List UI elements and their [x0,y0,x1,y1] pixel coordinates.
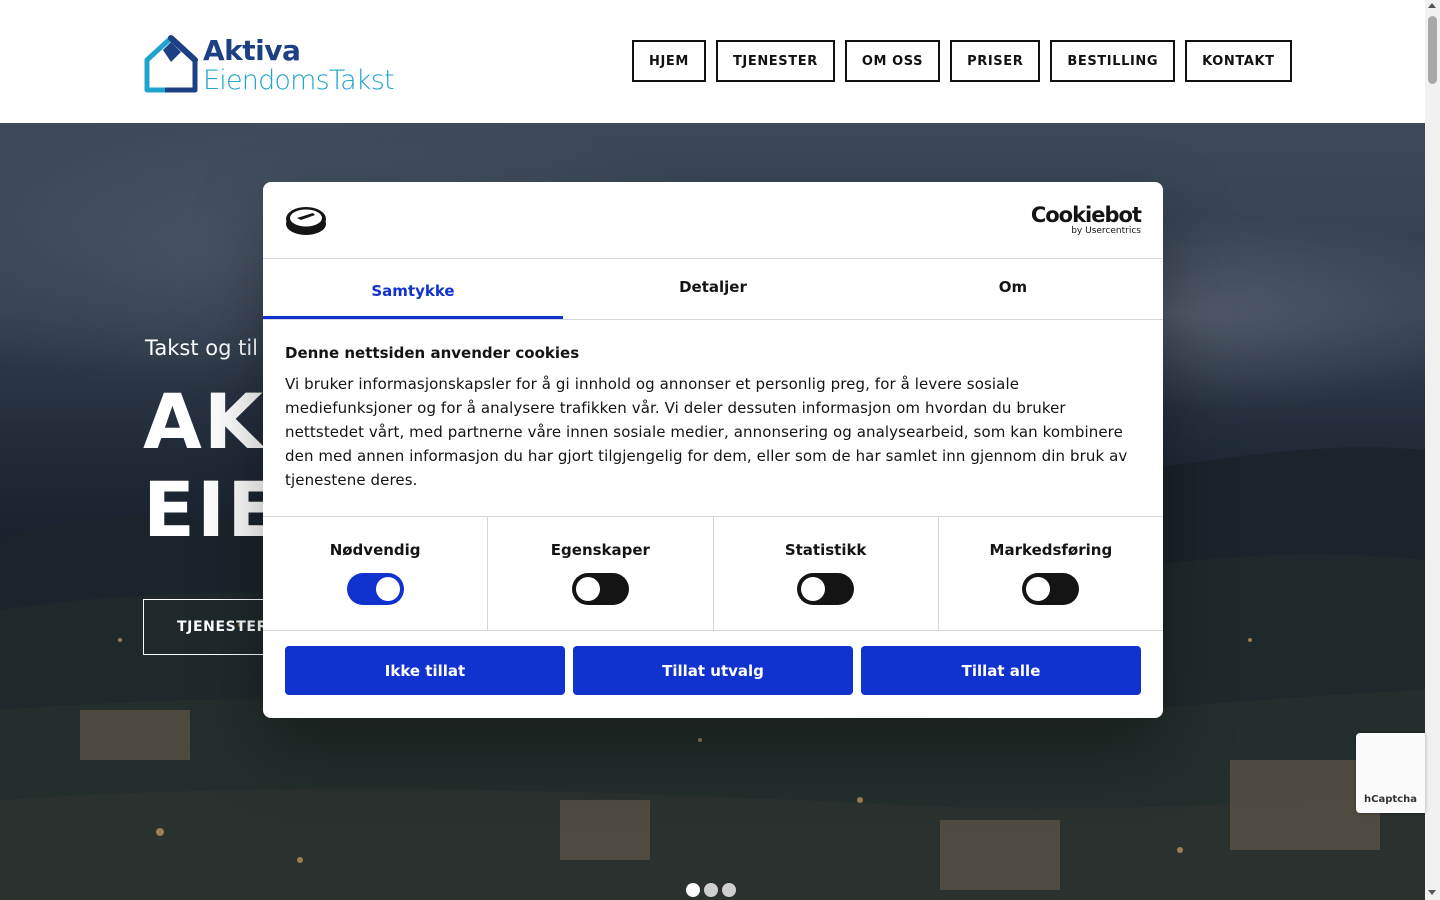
toggle-label-statistikk: Statistikk [784,541,867,559]
cookie-dialog-heading: Denne nettsiden anvender cookies [285,344,580,362]
deny-button[interactable]: Ikke tillat [285,646,565,695]
cookiebot-brand: Cookiebot [1030,203,1142,227]
allow-selection-button[interactable]: Tillat utvalg [573,646,853,695]
toggle-label-markedsforing: Markedsføring [989,541,1113,559]
nav-bestilling[interactable]: BESTILLING [1050,40,1176,82]
scroll-down-arrow-icon[interactable] [1428,890,1436,895]
logo-tagline: EiendomsTakst [203,64,395,96]
toggle-knob [801,577,826,601]
cookie-category-toggles: Nødvendig Egenskaper Statistikk Markedsf… [263,517,1163,631]
logo-name: Aktiva [203,33,301,67]
slider-dot-2[interactable] [704,883,718,897]
toggle-knob [375,577,400,601]
scroll-up-arrow-icon[interactable] [1428,3,1436,8]
allow-all-button[interactable]: Tillat alle [861,646,1141,695]
toggle-cell-markedsforing: Markedsføring [939,517,1163,630]
nav-om-oss[interactable]: OM OSS [844,40,941,82]
cookiebot-brand-sub: by Usercentrics [1071,226,1141,236]
toggle-cell-nodvendig: Nødvendig [263,517,489,630]
cookie-icon [286,207,326,235]
cookie-dialog-body: Denne nettsiden anvender cookies Vi bruk… [263,320,1163,517]
site-header: Aktiva EiendomsTakst HJEM TJENESTER OM O… [0,0,1425,123]
scroll-thumb[interactable] [1428,16,1437,84]
toggle-label-nodvendig: Nødvendig [329,541,421,559]
slider-dot-1[interactable] [686,883,700,897]
toggle-knob [1026,577,1051,601]
cookie-dialog-tabs: Samtykke Detaljer Om [263,259,1163,320]
hero-subtitle: Takst og til [145,336,258,360]
hcaptcha-badge[interactable]: hCaptcha [1356,733,1425,813]
nav-priser[interactable]: PRISER [950,40,1041,82]
toggle-egenskaper[interactable] [571,573,629,605]
nav-kontakt[interactable]: KONTAKT [1185,40,1292,82]
tab-samtykke[interactable]: Samtykke [263,259,563,319]
cookie-dialog-actions: Ikke tillat Tillat utvalg Tillat alle [263,631,1163,695]
toggle-knob [575,577,600,601]
page-scrollbar[interactable] [1425,0,1440,900]
nav-hjem[interactable]: HJEM [632,40,706,82]
toggle-cell-statistikk: Statistikk [714,517,939,630]
tab-om[interactable]: Om [863,259,1163,319]
toggle-statistikk[interactable] [797,573,855,605]
cookiebot-logo[interactable]: Cookiebot by Usercentrics [1030,203,1142,236]
toggle-nodvendig[interactable] [346,573,404,605]
toggle-label-egenskaper: Egenskaper [550,541,650,559]
cookie-consent-dialog: Cookiebot by Usercentrics Samtykke Detal… [263,182,1163,718]
cookie-dialog-text: Vi bruker informasjonskapsler for å gi i… [285,375,1128,489]
slider-dot-3[interactable] [722,883,736,897]
house-logo-icon [144,35,198,93]
toggle-markedsforing[interactable] [1022,573,1080,605]
main-nav: HJEM TJENESTER OM OSS PRISER BESTILLING … [632,40,1292,82]
nav-tjenester[interactable]: TJENESTER [715,40,835,82]
hcaptcha-label: hCaptcha [1364,794,1417,805]
toggle-cell-egenskaper: Egenskaper [488,517,714,630]
slider-dots [686,883,736,897]
site-logo[interactable]: Aktiva EiendomsTakst [143,30,413,96]
cookie-dialog-header: Cookiebot by Usercentrics [263,182,1163,259]
tab-detaljer[interactable]: Detaljer [563,259,863,319]
